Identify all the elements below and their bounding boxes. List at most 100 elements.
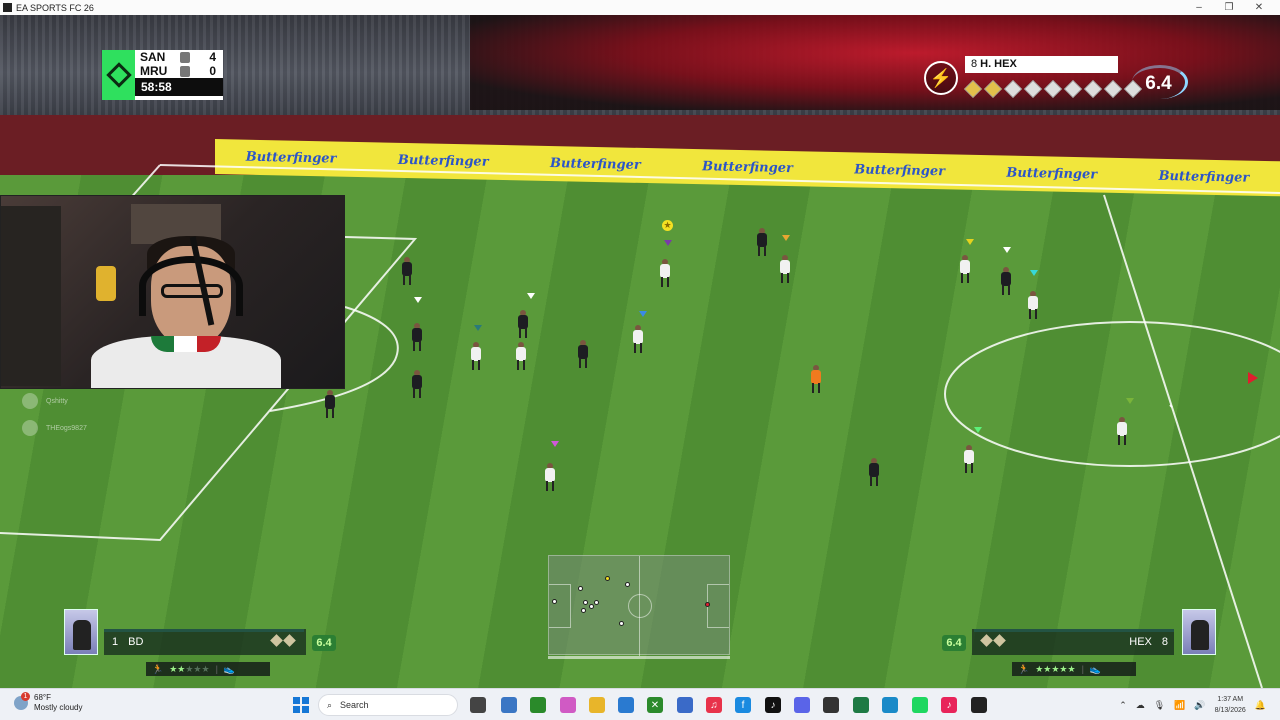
lightning-icon: ⚡ bbox=[924, 61, 958, 95]
minimap-dot bbox=[605, 576, 610, 581]
minimap-dot bbox=[581, 608, 586, 613]
calculator-icon[interactable] bbox=[823, 697, 839, 713]
player-marker bbox=[966, 239, 974, 245]
skill-stars: ★★ bbox=[169, 663, 186, 674]
player-marker bbox=[1030, 270, 1038, 276]
game-viewport[interactable]: Butterfinger Butterfinger Butterfinger B… bbox=[0, 15, 1280, 688]
playstyle-icon bbox=[983, 79, 1003, 99]
close-button[interactable]: ✕ bbox=[1244, 0, 1274, 15]
app-icon[interactable] bbox=[853, 697, 869, 713]
window-title: EA SPORTS FC 26 bbox=[16, 2, 94, 13]
ea-fc-icon[interactable] bbox=[971, 697, 987, 713]
referee bbox=[811, 365, 821, 393]
runner-icon: 🏃 bbox=[1018, 663, 1030, 674]
away-crest-icon bbox=[180, 65, 190, 77]
chat-username: Qshitty bbox=[46, 397, 68, 405]
player-marker bbox=[474, 325, 482, 331]
player-home bbox=[960, 255, 970, 283]
maximize-button[interactable]: ❐ bbox=[1214, 0, 1244, 15]
player-marker bbox=[664, 240, 672, 246]
player-marker bbox=[639, 311, 647, 317]
minimap-dot bbox=[625, 582, 630, 587]
playstyle-icon bbox=[1043, 79, 1063, 99]
window-titlebar: EA SPORTS FC 26 – ❐ ✕ bbox=[0, 0, 1280, 15]
playstyle-icons bbox=[270, 634, 296, 648]
playstyle-icons bbox=[980, 634, 1006, 648]
spotify-icon[interactable] bbox=[912, 697, 928, 713]
player-marker bbox=[414, 297, 422, 303]
playstyle-chips bbox=[963, 79, 1143, 99]
score-row-home: SAN 4 bbox=[135, 50, 223, 64]
microphone-icon[interactable]: 🎙 bbox=[1154, 700, 1165, 711]
player-marker bbox=[1126, 398, 1134, 404]
chevron-up-icon[interactable]: ⌃ bbox=[1119, 700, 1127, 711]
xbox-icon[interactable]: ✕ bbox=[647, 697, 663, 713]
player-card bbox=[64, 609, 98, 655]
player-number: 8 bbox=[971, 58, 978, 70]
separator-icon: | bbox=[215, 664, 218, 674]
hud-player-rating: 6.4 bbox=[312, 635, 336, 651]
player-home bbox=[660, 259, 670, 287]
minimize-button[interactable]: – bbox=[1184, 0, 1214, 15]
player-marker bbox=[527, 293, 535, 299]
volume-icon[interactable]: 🔊 bbox=[1194, 700, 1205, 711]
notification-icon[interactable]: 🔔 bbox=[1255, 700, 1266, 711]
music-icon[interactable]: ♫ bbox=[706, 697, 722, 713]
nvidia-icon[interactable] bbox=[530, 697, 546, 713]
facebook-icon[interactable]: f bbox=[735, 697, 751, 713]
taskbar-search[interactable]: ⌕ Search bbox=[318, 694, 458, 716]
hud-player-rating: 6.4 bbox=[942, 635, 966, 651]
cloud-icon[interactable]: ☁ bbox=[1136, 700, 1145, 711]
copilot-icon[interactable] bbox=[560, 697, 576, 713]
weather-temp: 68°F bbox=[34, 693, 51, 702]
app-icon[interactable] bbox=[677, 697, 693, 713]
player-home bbox=[1117, 417, 1127, 445]
hud-skill-bar: 🏃 ★★★★★ | 👟 bbox=[1012, 662, 1136, 676]
folder-icon[interactable] bbox=[589, 697, 605, 713]
search-placeholder: Search bbox=[340, 700, 369, 710]
store-icon[interactable] bbox=[618, 697, 634, 713]
player-marker bbox=[1003, 247, 1011, 253]
start-button[interactable] bbox=[293, 697, 309, 713]
task-view-icon[interactable] bbox=[470, 697, 486, 713]
skill-stars-empty: ★★★ bbox=[185, 663, 210, 674]
match-clock: 58:58 bbox=[135, 78, 223, 96]
explorer-app-icon[interactable] bbox=[501, 697, 517, 713]
cloud-icon: 1 bbox=[14, 692, 30, 710]
edge-icon[interactable] bbox=[882, 697, 898, 713]
wifi-icon[interactable]: 📶 bbox=[1174, 700, 1185, 711]
away-team: MRU bbox=[140, 64, 168, 78]
player-away bbox=[325, 390, 335, 418]
taskbar-clock[interactable]: 1:37 AM 8/13/2026 bbox=[1215, 694, 1246, 716]
taskbar-date: 8/13/2026 bbox=[1214, 707, 1246, 714]
player-hud-right: 6.4 HEX 8 🏃 ★★★★★ | 👟 bbox=[940, 609, 1220, 676]
fc-logo-icon bbox=[102, 50, 135, 100]
player-away bbox=[402, 257, 412, 285]
tiktok-icon[interactable]: ♪ bbox=[765, 697, 781, 713]
player-away bbox=[412, 323, 422, 351]
player-home bbox=[471, 342, 481, 370]
player-marker bbox=[974, 427, 982, 433]
hud-player-name: HEX bbox=[1129, 636, 1152, 648]
player-marker bbox=[782, 235, 790, 241]
player-name: H. HEX bbox=[980, 58, 1017, 70]
hud-player-number: 1 bbox=[112, 636, 119, 648]
notification-badge: 1 bbox=[21, 692, 30, 701]
minimap-dot bbox=[619, 621, 624, 626]
discord-icon[interactable] bbox=[794, 697, 810, 713]
playstyle-icon bbox=[1083, 79, 1103, 99]
chat-username: THEogs9827 bbox=[46, 424, 87, 432]
player-marker bbox=[551, 441, 559, 447]
separator-icon: | bbox=[1081, 664, 1084, 674]
minimap-dot bbox=[578, 586, 583, 591]
star-player-icon: ★ bbox=[662, 220, 673, 231]
tiktok-live-icon[interactable]: ♪ bbox=[941, 697, 957, 713]
minimap-dot bbox=[589, 604, 594, 609]
chat-user: Qshitty bbox=[22, 393, 68, 409]
minimap-dot bbox=[705, 602, 710, 607]
weather-widget[interactable]: 1 68°F Mostly cloudy bbox=[14, 692, 82, 713]
hud-player-number: 8 bbox=[1161, 636, 1168, 648]
away-score: 0 bbox=[209, 64, 216, 78]
minimap-dot bbox=[594, 600, 599, 605]
search-icon: ⌕ bbox=[327, 699, 333, 710]
